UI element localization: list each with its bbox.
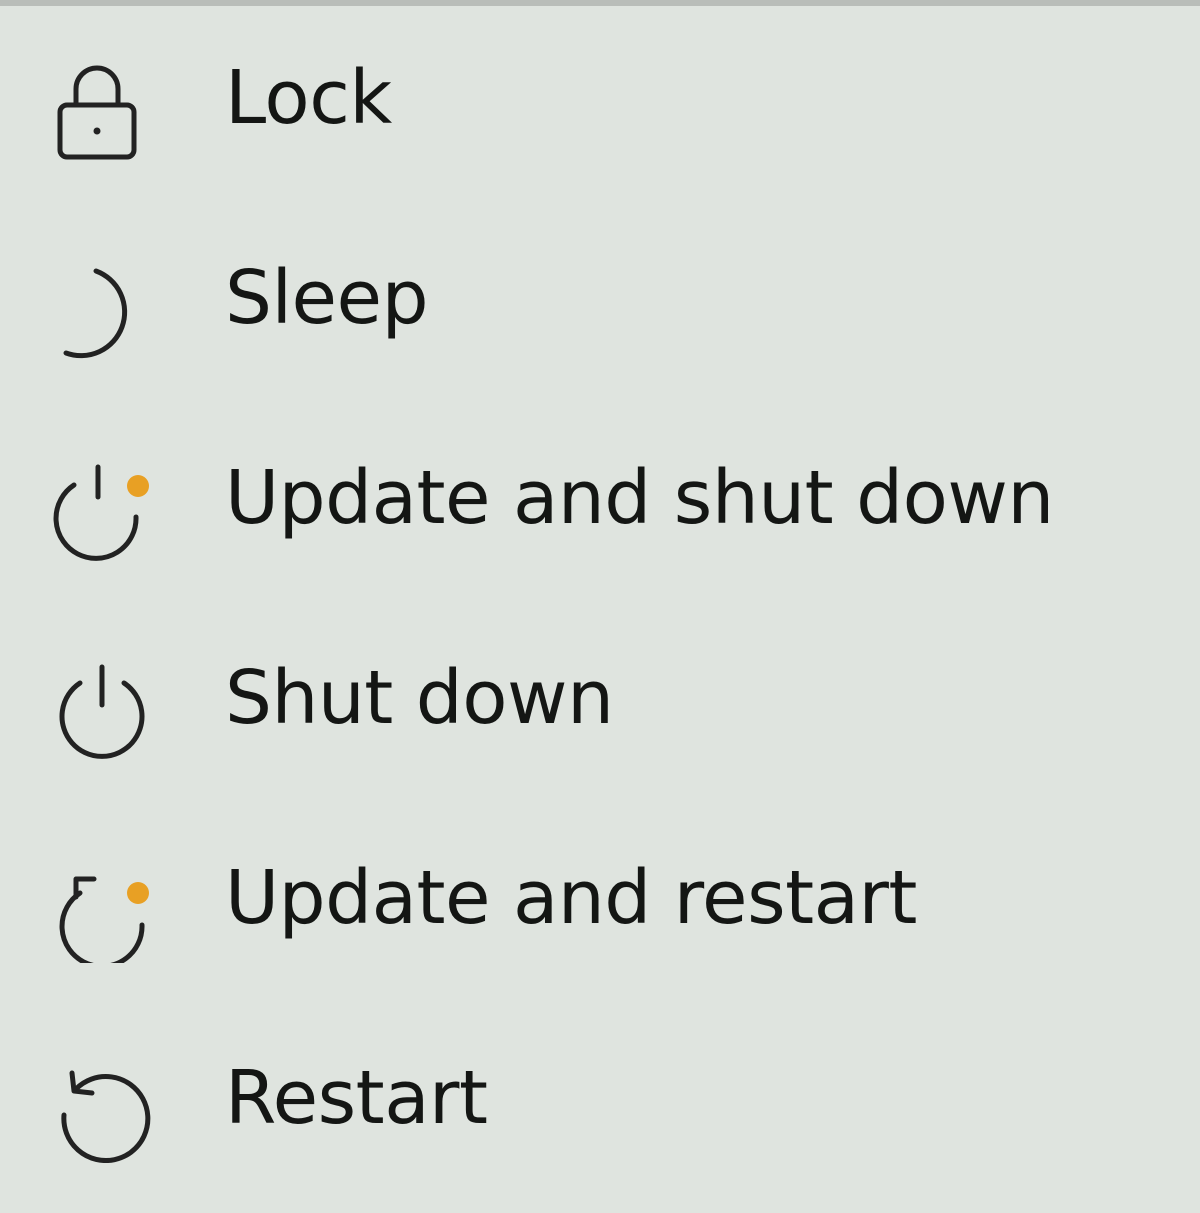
- menu-item-shut-down[interactable]: Shut down: [0, 613, 1200, 813]
- moon-icon: [50, 253, 160, 363]
- update-badge: [127, 475, 149, 497]
- power-icon: [50, 653, 160, 763]
- menu-item-sleep[interactable]: Sleep: [0, 213, 1200, 413]
- menu-item-label: Shut down: [225, 655, 614, 741]
- menu-item-update-and-restart[interactable]: Update and restart: [0, 813, 1200, 1013]
- update-restart-icon: [50, 853, 160, 963]
- menu-item-label: Lock: [225, 55, 392, 141]
- update-power-icon: [50, 453, 160, 563]
- lock-icon: [50, 53, 160, 163]
- menu-item-restart[interactable]: Restart: [0, 1013, 1200, 1213]
- menu-item-label: Restart: [225, 1055, 488, 1141]
- restart-icon: [50, 1053, 160, 1163]
- menu-item-label: Update and shut down: [225, 455, 1054, 541]
- menu-item-label: Update and restart: [225, 855, 917, 941]
- menu-item-update-and-shut-down[interactable]: Update and shut down: [0, 413, 1200, 613]
- update-badge: [127, 882, 149, 904]
- menu-item-lock[interactable]: Lock: [0, 13, 1200, 213]
- menu-item-label: Sleep: [225, 255, 429, 341]
- power-menu: Lock Sleep Update and shut down Shut dow…: [0, 0, 1200, 1200]
